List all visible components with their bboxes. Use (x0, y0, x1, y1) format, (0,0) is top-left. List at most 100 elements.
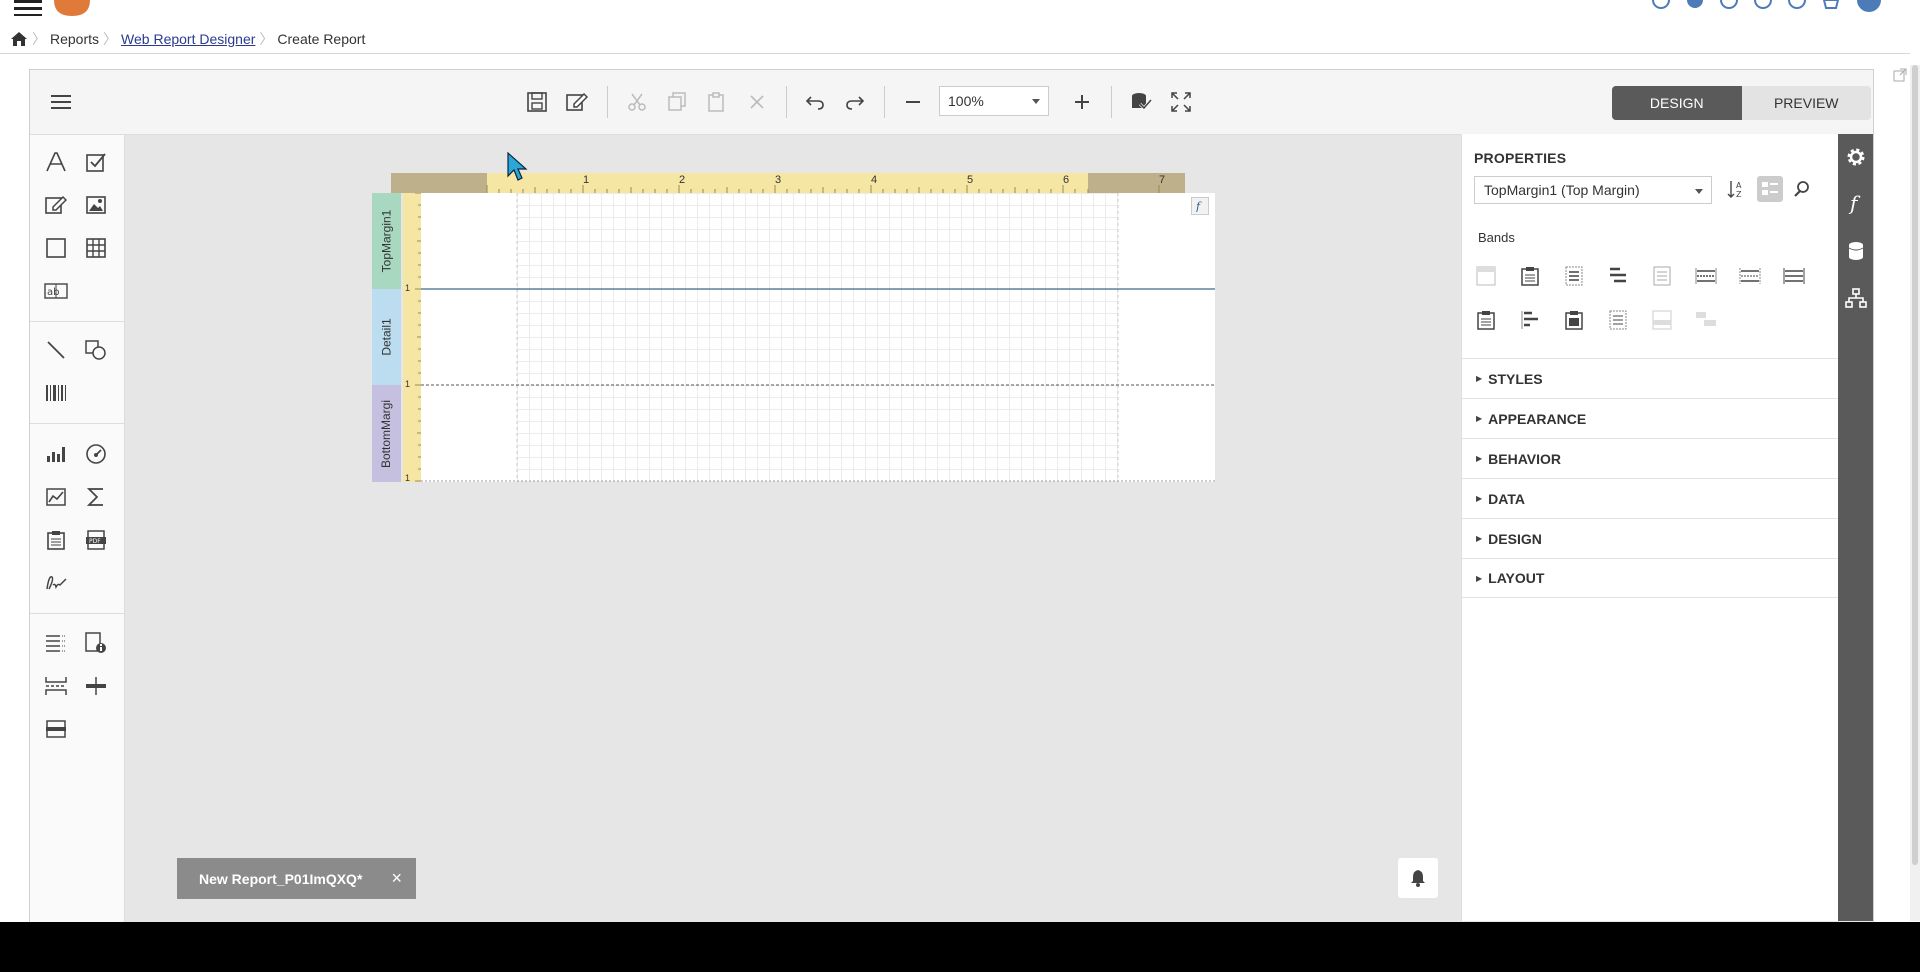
section-styles[interactable]: ▶ STYLES (1462, 358, 1838, 398)
redo-icon[interactable] (840, 87, 870, 117)
page-break-tool-icon[interactable] (42, 672, 70, 700)
label-tool-icon[interactable] (42, 148, 70, 176)
checkbox-tool-icon[interactable] (82, 148, 110, 176)
sub-band-icon[interactable] (1474, 308, 1498, 332)
toolbox: ab PDF (30, 135, 125, 922)
band-label-text: Detail1 (379, 318, 394, 356)
cross-band-box-tool-icon[interactable] (42, 715, 70, 743)
hamburger-menu-icon[interactable] (46, 87, 76, 117)
section-appearance[interactable]: ▶ APPEARANCE (1462, 398, 1838, 438)
fullscreen-icon[interactable] (1166, 87, 1196, 117)
panel-tool-icon[interactable] (42, 234, 70, 262)
barcode-tool-icon[interactable] (42, 379, 70, 407)
top-margin-band-icon[interactable] (1474, 264, 1498, 288)
close-icon[interactable]: × (391, 868, 402, 889)
section-design[interactable]: ▶ DESIGN (1462, 518, 1838, 558)
preview-mode-button[interactable]: PREVIEW (1741, 86, 1871, 120)
section-label: DESIGN (1488, 530, 1542, 547)
ruler-tick: 1 (405, 379, 411, 389)
detail-band-icon[interactable] (1650, 264, 1674, 288)
character-comb-tool-icon[interactable]: ab (42, 277, 70, 305)
properties-tab-gear-icon[interactable] (1842, 143, 1870, 171)
vertical-total-band-icon[interactable] (1694, 308, 1718, 332)
design-mode-button[interactable]: DESIGN (1612, 86, 1742, 120)
copy-icon[interactable] (662, 87, 692, 117)
menu-icon[interactable] (14, 0, 44, 16)
gauge-tool-icon[interactable] (82, 440, 110, 468)
picture-tool-icon[interactable] (82, 191, 110, 219)
notification-bell-button[interactable] (1398, 858, 1438, 898)
notification-icon[interactable] (1820, 0, 1842, 12)
paste-icon[interactable] (702, 87, 732, 117)
signature-tool-icon[interactable] (42, 569, 70, 597)
vertical-header-band-icon[interactable] (1518, 308, 1542, 332)
section-label: BEHAVIOR (1488, 450, 1562, 467)
cut-icon[interactable] (622, 87, 652, 117)
validate-bindings-icon[interactable] (1126, 87, 1156, 117)
app-header (0, 0, 1920, 20)
popout-icon[interactable] (1893, 68, 1907, 82)
table-of-contents-tool-icon[interactable] (42, 629, 70, 657)
breadcrumb-reports[interactable]: Reports (50, 31, 99, 47)
screen-bottom-bar (0, 922, 1920, 972)
group-footer-band-icon[interactable] (1738, 264, 1762, 288)
svg-text:ab: ab (47, 287, 59, 298)
save-icon[interactable] (522, 87, 552, 117)
summary-tool-icon[interactable] (82, 483, 110, 511)
report-footer-band-icon[interactable] (1782, 264, 1806, 288)
section-data[interactable]: ▶ DATA (1462, 478, 1838, 518)
pdf-content-tool-icon[interactable]: PDF (82, 526, 110, 554)
chart-tool-icon[interactable] (42, 440, 70, 468)
cross-band-line-tool-icon[interactable] (82, 672, 110, 700)
edit-icon[interactable] (562, 87, 592, 117)
scrollbar-thumb[interactable] (1912, 65, 1918, 865)
band-label-top-margin[interactable]: TopMargin1 (372, 193, 401, 289)
help-icon[interactable] (1752, 0, 1774, 12)
tools-icon[interactable] (1650, 0, 1672, 12)
expression-icon[interactable]: f (1191, 197, 1209, 215)
detail-report-band-icon[interactable] (1694, 264, 1718, 288)
page-header-band-icon[interactable] (1562, 264, 1586, 288)
shape-tool-icon[interactable] (82, 336, 110, 364)
zoom-select[interactable]: 100% (939, 86, 1049, 116)
triangle-right-icon: ▶ (1476, 414, 1483, 423)
group-header-band-icon[interactable] (1606, 264, 1630, 288)
component-select[interactable]: TopMargin1 (Top Margin) (1474, 176, 1712, 204)
search-icon[interactable] (1789, 176, 1815, 202)
page-footer-band-icon[interactable] (1562, 308, 1586, 332)
ruler-tick: 1 (405, 473, 411, 483)
report-page[interactable]: f (421, 193, 1215, 482)
sort-alphabetical-icon[interactable]: AZ (1724, 176, 1750, 202)
zoom-in-icon[interactable] (1067, 87, 1097, 117)
info-icon[interactable] (1718, 0, 1740, 12)
expressions-tab-function-icon[interactable]: f (1842, 190, 1870, 218)
band-label-detail[interactable]: Detail1 (372, 289, 401, 385)
categorized-view-icon[interactable] (1757, 176, 1783, 202)
sparkline-tool-icon[interactable] (42, 483, 70, 511)
home-icon[interactable] (10, 31, 28, 47)
svg-text:A: A (1736, 181, 1742, 190)
globe-icon[interactable] (1786, 0, 1808, 12)
bottom-margin-band-icon[interactable] (1650, 308, 1674, 332)
table-tool-icon[interactable] (82, 234, 110, 262)
zoom-out-icon[interactable] (898, 87, 928, 117)
rich-text-tool-icon[interactable] (42, 191, 70, 219)
report-header-band-icon[interactable] (1518, 264, 1542, 288)
field-list-tab-database-icon[interactable] (1842, 237, 1870, 265)
undo-icon[interactable] (800, 87, 830, 117)
breadcrumb-web-report-designer[interactable]: Web Report Designer (121, 31, 255, 47)
delete-icon[interactable] (742, 87, 772, 117)
svg-text:PDF: PDF (89, 538, 101, 545)
band-label-bottom-margin[interactable]: BottomMargi (372, 385, 401, 482)
vertical-detail-band-icon[interactable] (1606, 308, 1630, 332)
page-info-tool-icon[interactable] (82, 629, 110, 657)
document-tab[interactable]: New Report_P01ImQXQ* × (177, 858, 416, 899)
megaphone-icon[interactable] (1684, 0, 1706, 12)
line-tool-icon[interactable] (42, 336, 70, 364)
user-avatar[interactable] (1854, 0, 1884, 12)
report-explorer-tab-hierarchy-icon[interactable] (1842, 284, 1870, 312)
page-scrollbar[interactable] (1910, 65, 1920, 921)
subreport-tool-icon[interactable] (42, 526, 70, 554)
section-layout[interactable]: ▶ LAYOUT (1462, 558, 1838, 598)
section-behavior[interactable]: ▶ BEHAVIOR (1462, 438, 1838, 478)
